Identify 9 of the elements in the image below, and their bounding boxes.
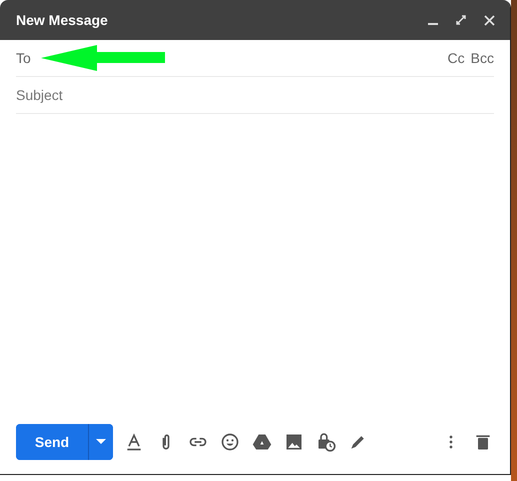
close-button[interactable] (482, 13, 496, 27)
bcc-link[interactable]: Bcc (470, 50, 494, 66)
send-options-button[interactable] (88, 424, 113, 460)
expand-button[interactable] (454, 13, 468, 27)
window-title: New Message (16, 12, 109, 28)
cc-link[interactable]: Cc (448, 50, 465, 66)
to-label: To (16, 50, 31, 66)
caret-icon (96, 439, 106, 445)
smiley-icon[interactable] (219, 431, 241, 453)
